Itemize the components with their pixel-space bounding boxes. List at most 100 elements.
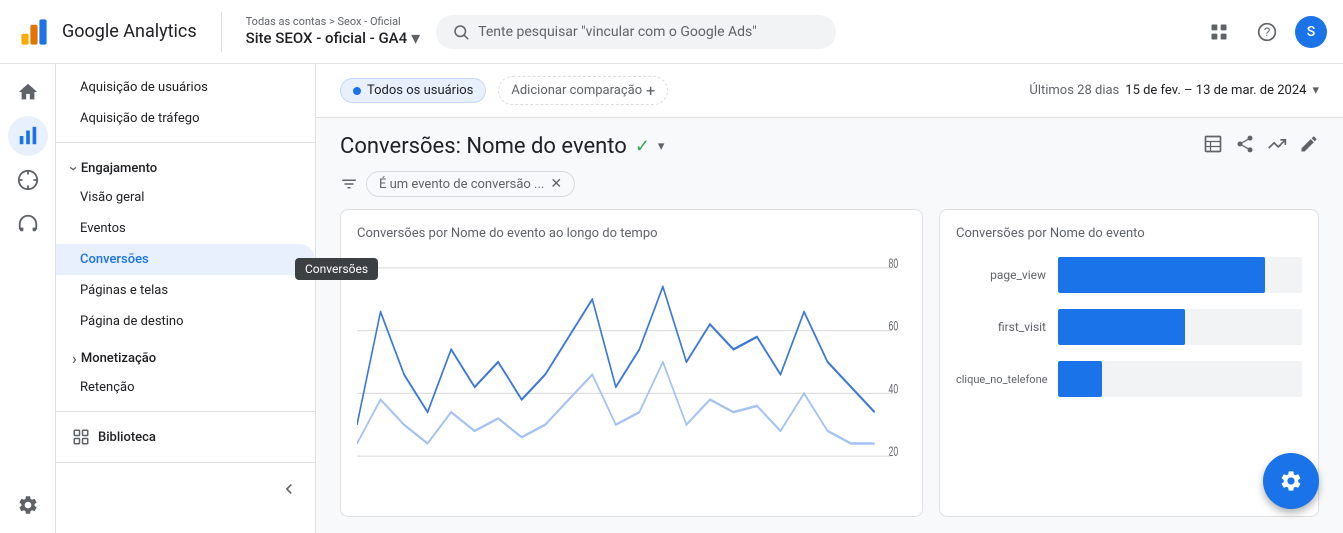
report-header: Conversões: Nome do evento ✓ ▾ xyxy=(316,118,1343,167)
share-button[interactable] xyxy=(1235,134,1255,159)
line-chart-title: Conversões por Nome do evento ao longo d… xyxy=(357,226,906,241)
filter-close-icon[interactable]: ✕ xyxy=(550,176,562,192)
table-icon xyxy=(1203,134,1223,154)
line-chart-container: Conversões por Nome do evento ao longo d… xyxy=(340,209,923,517)
bar-fill-page-view xyxy=(1058,257,1265,293)
customize-report-button[interactable] xyxy=(1203,134,1223,159)
advertise-icon xyxy=(17,213,39,235)
bar-track-page-view xyxy=(1058,257,1302,293)
main-content: Todos os usuários Adicionar comparação +… xyxy=(316,64,1343,533)
charts-area: Conversões por Nome do evento ao longo d… xyxy=(316,209,1343,533)
library-icon xyxy=(72,428,90,446)
sidebar-item-paginas-telas[interactable]: Páginas e telas xyxy=(56,275,315,306)
sidebar-item-pagina-destino[interactable]: Página de destino xyxy=(56,306,315,337)
search-bar[interactable]: Tente pesquisar "vincular com o Google A… xyxy=(436,15,836,49)
share-icon xyxy=(1235,134,1255,154)
line-chart-svg-area: 80 60 40 20 xyxy=(357,249,906,500)
sidebar: Aquisição de usuários Aquisição de tráfe… xyxy=(56,64,316,533)
bar-row-clique-telefone: clique_no_telefone xyxy=(956,361,1302,397)
help-button[interactable]: ? xyxy=(1247,12,1287,52)
fab-button[interactable] xyxy=(1263,453,1319,509)
apps-grid-icon xyxy=(1209,22,1229,42)
add-comparison-button[interactable]: Adicionar comparação + xyxy=(498,76,668,105)
filter-chip-conversion[interactable]: É um evento de conversão ... ✕ xyxy=(366,171,575,197)
sidebar-library[interactable]: Biblioteca xyxy=(56,420,315,454)
segment-chip-all-users[interactable]: Todos os usuários xyxy=(340,78,486,103)
sidebar-item-eventos[interactable]: Eventos xyxy=(56,213,315,244)
svg-text:20: 20 xyxy=(889,445,899,459)
sidebar-section-engajamento[interactable]: › Engajamento xyxy=(56,151,315,182)
bar-fill-first-visit xyxy=(1058,309,1185,345)
settings-icon xyxy=(17,494,39,516)
topbar-actions: ? S xyxy=(1199,12,1327,52)
report-title-area: Conversões: Nome do evento ✓ ▾ xyxy=(340,134,664,159)
main-layout: Aquisição de usuários Aquisição de tráfe… xyxy=(0,64,1343,533)
segment-bar: Todos os usuários Adicionar comparação +… xyxy=(316,64,1343,118)
trending-icon xyxy=(1267,134,1287,154)
app-title: Google Analytics xyxy=(62,21,197,42)
property-chevron-icon: ▾ xyxy=(411,28,420,49)
sidebar-item-retencao[interactable]: Retenção xyxy=(56,372,315,403)
icon-nav xyxy=(0,64,56,533)
breadcrumb: Todas as contas > Seox - Oficial xyxy=(246,15,421,28)
property-nav: Todas as contas > Seox - Oficial Site SE… xyxy=(246,15,421,49)
reports-icon xyxy=(17,125,39,147)
sidebar-divider-1 xyxy=(56,142,315,143)
sidebar-section-monetizacao[interactable]: › Monetização xyxy=(56,341,315,372)
property-selector[interactable]: Site SEOX - oficial - GA4 ▾ xyxy=(246,28,421,49)
apps-grid-button[interactable] xyxy=(1199,12,1239,52)
svg-text:80: 80 xyxy=(889,257,899,271)
nav-advertise[interactable] xyxy=(8,204,48,244)
ga-logo-icon xyxy=(16,14,52,50)
title-chevron-icon[interactable]: ▾ xyxy=(658,139,665,154)
bar-chart-title: Conversões por Nome do evento xyxy=(956,226,1302,241)
sidebar-divider-2 xyxy=(56,411,315,412)
logo-area: Google Analytics xyxy=(16,14,197,50)
check-circle-icon: ✓ xyxy=(635,136,650,157)
help-icon: ? xyxy=(1257,22,1277,42)
bar-chart-container: Conversões por Nome do evento page_view … xyxy=(939,209,1319,517)
home-icon xyxy=(17,81,39,103)
segment-left: Todos os usuários Adicionar comparação + xyxy=(340,76,668,105)
filter-bar: É um evento de conversão ... ✕ xyxy=(316,167,1343,209)
svg-text:40: 40 xyxy=(889,383,899,397)
date-chevron-icon: ▾ xyxy=(1312,83,1319,98)
sidebar-divider-3 xyxy=(56,462,315,463)
filter-icon xyxy=(340,175,358,193)
bar-track-first-visit xyxy=(1058,309,1302,345)
segment-dot xyxy=(353,87,361,95)
collapse-icon xyxy=(279,479,299,499)
sidebar-collapse-button[interactable] xyxy=(56,471,315,507)
bar-label-first-visit: first_visit xyxy=(956,320,1046,334)
add-icon: + xyxy=(646,81,655,100)
avatar[interactable]: S xyxy=(1295,16,1327,48)
conversoes-tooltip: Conversões xyxy=(295,258,378,280)
svg-text:?: ? xyxy=(1264,26,1271,39)
bar-label-clique-telefone: clique_no_telefone xyxy=(956,373,1046,386)
bar-fill-clique-telefone xyxy=(1058,361,1102,397)
nav-settings[interactable] xyxy=(8,485,48,525)
bar-row-page-view: page_view xyxy=(956,257,1302,293)
explore-icon xyxy=(17,169,39,191)
sidebar-item-aquisicao-usuarios[interactable]: Aquisição de usuários xyxy=(56,72,315,103)
topbar: Google Analytics Todas as contas > Seox … xyxy=(0,0,1343,64)
topbar-divider xyxy=(221,12,222,52)
search-icon xyxy=(452,23,470,41)
compare-button[interactable] xyxy=(1267,134,1287,159)
sidebar-item-aquisicao-trafego[interactable]: Aquisição de tráfego xyxy=(56,103,315,134)
nav-explore[interactable] xyxy=(8,160,48,200)
line-chart-svg: 80 60 40 20 xyxy=(357,249,906,500)
fab-settings-icon xyxy=(1279,469,1303,493)
bar-label-page-view: page_view xyxy=(956,268,1046,282)
search-placeholder: Tente pesquisar "vincular com o Google A… xyxy=(478,24,757,40)
nav-home[interactable] xyxy=(8,72,48,112)
nav-reports[interactable] xyxy=(8,116,48,156)
sidebar-item-visao-geral[interactable]: Visão geral xyxy=(56,182,315,213)
report-title: Conversões: Nome do evento xyxy=(340,134,627,159)
sidebar-item-conversoes[interactable]: Conversões xyxy=(56,244,315,275)
svg-text:60: 60 xyxy=(889,320,899,334)
pencil-icon xyxy=(1299,134,1319,154)
edit-button[interactable] xyxy=(1299,134,1319,159)
bar-row-first-visit: first_visit xyxy=(956,309,1302,345)
date-range-selector[interactable]: Últimos 28 dias 15 de fev. – 13 de mar. … xyxy=(1029,83,1319,98)
